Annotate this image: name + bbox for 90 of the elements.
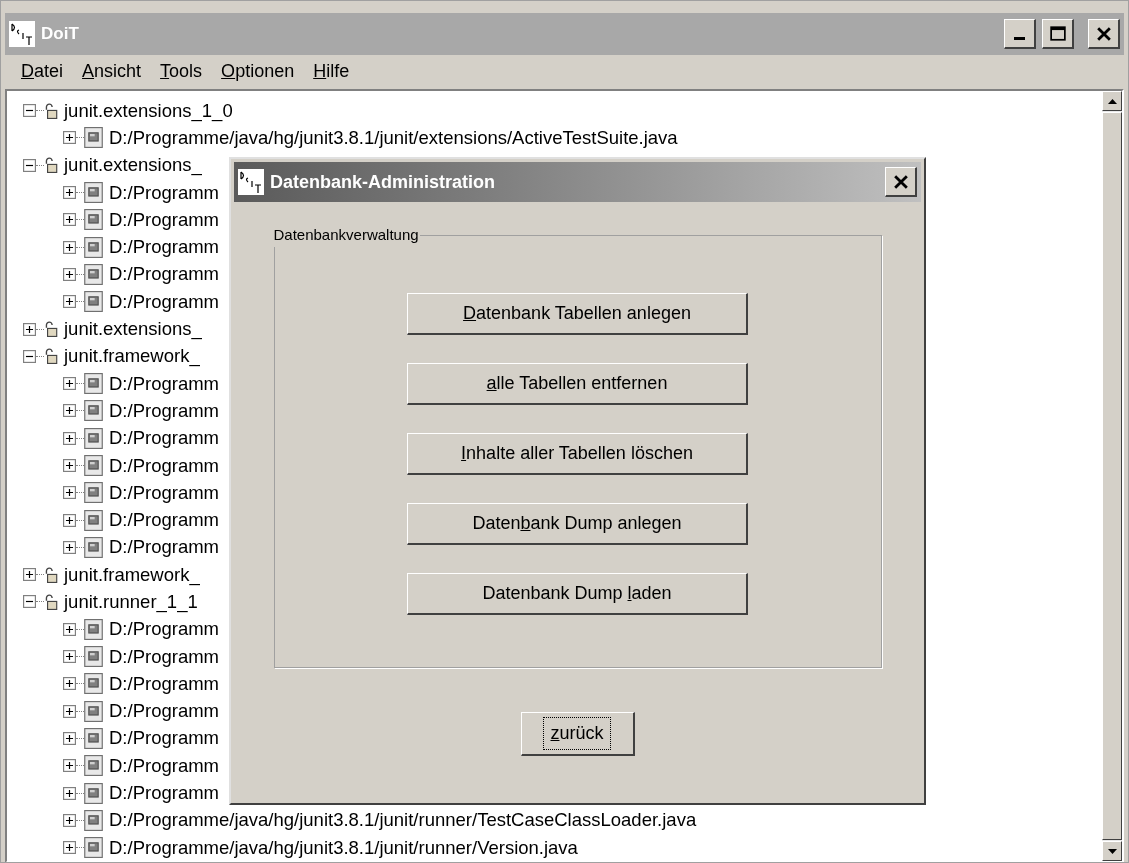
maximize-button[interactable] — [1042, 19, 1074, 49]
tree-item-label[interactable]: D:/Programm — [109, 454, 219, 477]
tree-item-label[interactable]: D:/Programme/java/hg/junit3.8.1/junit/runner/TestCaseClassLoader.java — [109, 809, 697, 832]
tree-item-label[interactable]: D:/Programm — [109, 645, 219, 668]
expand-icon[interactable] — [63, 240, 76, 254]
tree-item-label[interactable]: D:/Programm — [109, 782, 219, 805]
tree-item-label[interactable]: junit.extensions_1_0 — [64, 99, 233, 122]
group-title: Datenbankverwaltung — [272, 225, 420, 245]
padlock-icon — [44, 157, 58, 174]
tree-item-label[interactable]: D:/Programm — [109, 754, 219, 777]
scroll-up-button[interactable] — [1102, 91, 1122, 111]
expand-icon[interactable] — [63, 731, 76, 745]
expand-icon[interactable] — [63, 677, 76, 691]
collapse-icon[interactable] — [23, 104, 36, 118]
tree-item-label[interactable]: D:/Programm — [109, 727, 219, 750]
padlock-icon — [44, 566, 58, 583]
expand-icon[interactable] — [63, 186, 76, 200]
minimize-icon — [1014, 37, 1025, 40]
tree-item-label[interactable]: D:/Programm — [109, 700, 219, 723]
collapse-icon[interactable] — [23, 349, 36, 363]
tree-item-label[interactable]: D:/Programm — [109, 536, 219, 559]
tree-item-label[interactable]: D:/Programm — [109, 208, 219, 231]
expand-icon[interactable] — [63, 404, 76, 418]
expand-icon[interactable] — [23, 568, 36, 582]
collapse-icon[interactable] — [23, 158, 36, 172]
tree-item-label[interactable]: D:/Programm — [109, 263, 219, 286]
logo-icon — [238, 169, 264, 195]
menu-item[interactable]: Hilfe — [313, 57, 350, 85]
dialog-close-button[interactable] — [885, 167, 917, 197]
tree-item-label[interactable]: D:/Programme/java/hg/junit3.8.1/junit/extensions/ActiveTestSuite.java — [109, 126, 678, 149]
action-button[interactable]: Inhalte aller Tabellen löschen — [407, 432, 748, 475]
padlock-icon — [44, 321, 58, 337]
expand-icon[interactable] — [63, 540, 76, 554]
logo-icon — [9, 21, 35, 47]
close-icon — [1096, 26, 1111, 41]
menu-item[interactable]: Ansicht — [82, 57, 142, 85]
minimize-button[interactable] — [1004, 19, 1036, 49]
tree-item-label[interactable]: D:/Programm — [109, 618, 219, 641]
scroll-down-button[interactable] — [1102, 841, 1122, 862]
expand-icon[interactable] — [23, 322, 36, 336]
tree-item-label[interactable]: D:/Programm — [109, 509, 219, 532]
expand-icon[interactable] — [63, 131, 76, 145]
tree-item-label[interactable]: D:/Programm — [109, 236, 219, 259]
menu-item[interactable]: Optionen — [221, 57, 295, 85]
up-arrow-icon — [1107, 98, 1117, 104]
action-button[interactable]: Datenbank Dump laden — [407, 572, 748, 615]
padlock-icon — [44, 594, 58, 610]
expand-icon[interactable] — [63, 841, 76, 855]
expand-icon[interactable] — [63, 513, 76, 527]
action-button[interactable]: Datenbank Dump anlegen — [407, 502, 748, 545]
expand-icon[interactable] — [63, 650, 76, 664]
down-arrow-icon — [1107, 848, 1117, 854]
back-button[interactable]: zurück — [520, 712, 635, 756]
expand-icon[interactable] — [63, 786, 76, 800]
tree-item-label[interactable]: D:/Programm — [109, 181, 219, 204]
expand-icon[interactable] — [63, 295, 76, 309]
expand-icon[interactable] — [63, 622, 76, 636]
expand-icon[interactable] — [63, 759, 76, 773]
menu-item[interactable]: Datei — [21, 57, 64, 85]
tree-item-label[interactable]: junit.extensions_ — [64, 154, 202, 177]
maximize-icon — [1049, 26, 1066, 41]
tree-item-label[interactable]: D:/Programme/java/hg/junit3.8.1/junit/runner/Version.java — [109, 836, 578, 859]
tree-item-label[interactable]: junit.runner_1_1 — [64, 591, 198, 613]
expand-icon[interactable] — [63, 267, 76, 281]
window-title: DoiT — [41, 23, 80, 46]
expand-icon[interactable] — [63, 459, 76, 472]
tree-item-label[interactable]: junit.extensions_ — [64, 318, 202, 340]
action-button[interactable]: alle Tabellen entfernen — [407, 362, 748, 405]
tree-item-label[interactable]: D:/Programm — [109, 372, 219, 395]
tree-item-label[interactable]: D:/Programm — [109, 427, 219, 450]
expand-icon[interactable] — [63, 813, 76, 827]
expand-icon[interactable] — [63, 431, 76, 445]
expand-icon[interactable] — [63, 486, 76, 500]
collapse-icon[interactable] — [23, 595, 36, 609]
tree-item-label[interactable]: D:/Programm — [109, 290, 219, 313]
dialog-title: Datenbank-Administration — [270, 170, 497, 194]
expand-icon[interactable] — [63, 377, 76, 391]
close-icon — [893, 174, 908, 189]
tree-item-label[interactable]: D:/Programm — [109, 399, 219, 422]
tree-item-label[interactable]: D:/Programm — [109, 672, 219, 695]
menu-item[interactable]: Tools — [160, 57, 203, 85]
action-button[interactable]: Datenbank Tabellen anlegen — [407, 292, 748, 335]
padlock-icon — [44, 348, 58, 365]
tree-item-label[interactable]: junit.framework_ — [64, 345, 200, 368]
expand-icon[interactable] — [63, 213, 76, 227]
tree-item-label[interactable]: junit.framework_ — [64, 563, 200, 586]
padlock-icon — [44, 102, 58, 119]
tree-item-label[interactable]: D:/Programm — [109, 481, 219, 504]
expand-icon[interactable] — [63, 704, 76, 718]
close-button[interactable] — [1088, 19, 1120, 49]
